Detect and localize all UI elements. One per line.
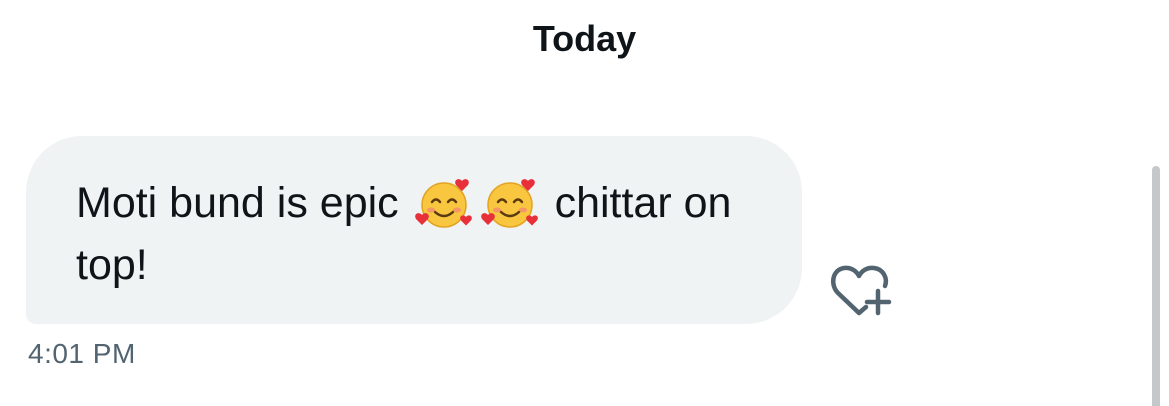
scrollbar-thumb[interactable] <box>1152 166 1160 406</box>
smiling-face-with-hearts-icon <box>414 175 474 231</box>
dm-conversation-view: Today Moti bund is epic chittar on top! … <box>0 0 1169 406</box>
smiling-face-with-hearts-icon <box>480 175 540 231</box>
message-bubble[interactable]: Moti bund is epic chittar on top! <box>26 136 802 324</box>
message-timestamp: 4:01 PM <box>28 338 136 369</box>
message-text: Moti bund is epic chittar on top! <box>76 172 762 296</box>
heart-plus-icon <box>830 265 892 316</box>
date-divider: Today <box>532 18 637 59</box>
add-reaction-button[interactable] <box>826 260 896 320</box>
message-text-part-1: Moti bund is epic <box>76 179 411 227</box>
